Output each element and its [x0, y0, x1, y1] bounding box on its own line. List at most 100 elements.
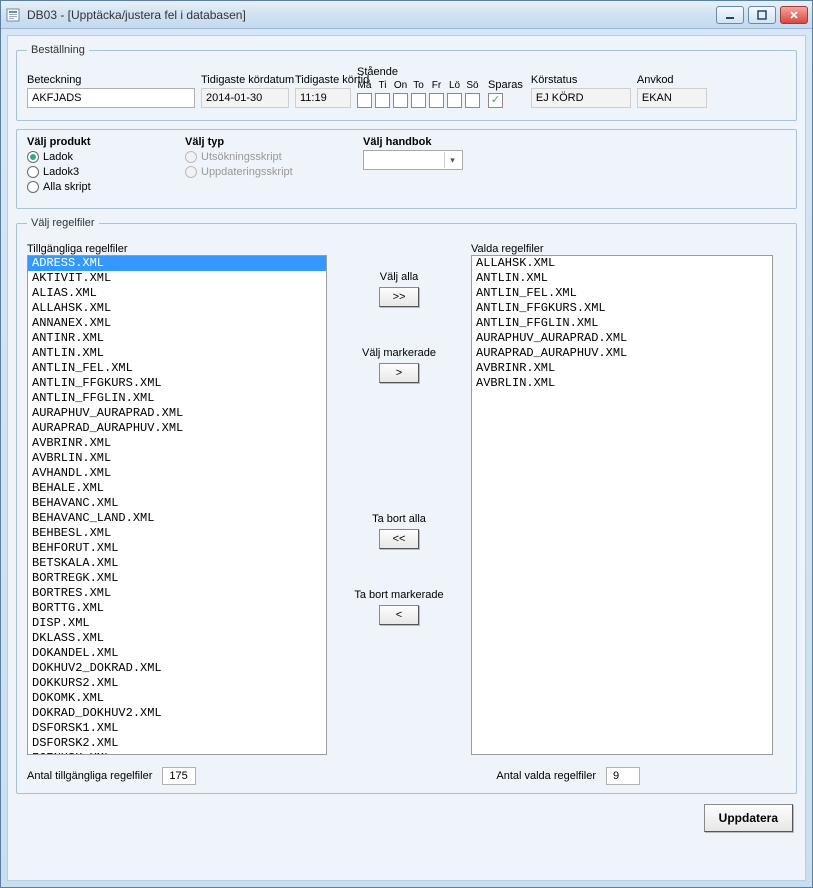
handbok-legend: Välj handbok [363, 136, 463, 148]
produkt-radio-alla-skript[interactable]: Alla skript [27, 181, 157, 193]
staende-label: Stående [357, 66, 480, 78]
list-item[interactable]: DISP.XML [28, 616, 326, 631]
list-item[interactable]: AURAPRAD_AURAPHUV.XML [28, 421, 326, 436]
list-item[interactable]: ALIAS.XML [28, 286, 326, 301]
day-checkbox-sö[interactable] [465, 93, 480, 108]
produkt-radio-ladok[interactable]: Ladok [27, 151, 157, 163]
count-available-label: Antal tillgängliga regelfiler [27, 770, 152, 782]
list-item[interactable]: DKLASS.XML [28, 631, 326, 646]
day-label: Sö [466, 80, 478, 91]
korstatus-label: Körstatus [531, 74, 631, 86]
list-item[interactable]: BETSKALA.XML [28, 556, 326, 571]
list-item[interactable]: ANTLIN.XML [28, 346, 326, 361]
list-item[interactable]: ANTLIN.XML [472, 271, 772, 286]
selected-listbox[interactable]: ALLAHSK.XMLANTLIN.XMLANTLIN_FEL.XMLANTLI… [471, 255, 773, 755]
radio-label: Ladok3 [43, 166, 79, 178]
list-item[interactable]: BEHALE.XML [28, 481, 326, 496]
window-title: DB03 - [Upptäcka/justera fel i databasen… [27, 8, 716, 22]
select-marked-button[interactable]: > [379, 363, 419, 383]
list-item[interactable]: ANTLIN_FEL.XML [28, 361, 326, 376]
radio-label: Utsökningsskript [201, 151, 282, 163]
day-checkbox-ti[interactable] [375, 93, 390, 108]
produkt-radio-ladok3[interactable]: Ladok3 [27, 166, 157, 178]
list-item[interactable]: ANTLIN_FFGKURS.XML [28, 376, 326, 391]
list-item[interactable]: AVBRINR.XML [28, 436, 326, 451]
list-item[interactable]: BORTRES.XML [28, 586, 326, 601]
titlebar: DB03 - [Upptäcka/justera fel i databasen… [1, 1, 812, 29]
remove-all-button[interactable]: << [379, 529, 419, 549]
filter-group: Välj produkt LadokLadok3Alla skript Välj… [16, 129, 797, 209]
beteckning-label: Beteckning [27, 74, 195, 86]
list-item[interactable]: BEHBESL.XML [28, 526, 326, 541]
list-item[interactable]: BEHFORUT.XML [28, 541, 326, 556]
kordatum-label: Tidigaste kördatum [201, 74, 289, 86]
beteckning-input[interactable] [27, 88, 195, 108]
radio-label: Uppdateringsskript [201, 166, 293, 178]
list-item[interactable]: BORTTG.XML [28, 601, 326, 616]
list-item[interactable]: DOKRAD_DOKHUV2.XML [28, 706, 326, 721]
select-marked-label: Välj markerade [362, 347, 436, 359]
list-item[interactable]: ANTLIN_FFGKURS.XML [472, 301, 772, 316]
update-button[interactable]: Uppdatera [704, 804, 793, 832]
day-col-sö: Sö [465, 80, 480, 108]
list-item[interactable]: ANTINR.XML [28, 331, 326, 346]
available-listbox[interactable]: ADRESS.XMLAKTIVIT.XMLALIAS.XMLALLAHSK.XM… [27, 255, 327, 755]
day-checkbox-to[interactable] [411, 93, 426, 108]
list-item[interactable]: AKTIVIT.XML [28, 271, 326, 286]
count-selected-value: 9 [606, 767, 640, 785]
list-item[interactable]: DOKKURS2.XML [28, 676, 326, 691]
list-item[interactable]: EGENHSK.XML [28, 751, 326, 755]
kordatum-value: 2014-01-30 [201, 88, 289, 108]
remove-all-label: Ta bort alla [372, 513, 426, 525]
remove-marked-button[interactable]: < [379, 605, 419, 625]
remove-marked-label: Ta bort markerade [354, 589, 443, 601]
day-checkbox-on[interactable] [393, 93, 408, 108]
list-item[interactable]: ALLAHSK.XML [28, 301, 326, 316]
day-col-fr: Fr [429, 80, 444, 108]
app-icon [5, 7, 21, 23]
list-item[interactable]: AVBRLIN.XML [472, 376, 772, 391]
radio-label: Alla skript [43, 181, 91, 193]
list-item[interactable]: BEHAVANC.XML [28, 496, 326, 511]
list-item[interactable]: ALLAHSK.XML [472, 256, 772, 271]
count-available-value: 175 [162, 767, 196, 785]
list-item[interactable]: AVHANDL.XML [28, 466, 326, 481]
day-checkbox-må[interactable] [357, 93, 372, 108]
list-item[interactable]: AURAPHUV_AURAPRAD.XML [472, 331, 772, 346]
list-item[interactable]: ADRESS.XML [28, 256, 326, 271]
list-item[interactable]: DOKANDEL.XML [28, 646, 326, 661]
radio-icon [27, 181, 39, 193]
radio-icon [185, 166, 197, 178]
list-item[interactable]: DSFORSK2.XML [28, 736, 326, 751]
list-item[interactable]: ANNANEX.XML [28, 316, 326, 331]
select-all-button[interactable]: >> [379, 287, 419, 307]
list-item[interactable]: AURAPRAD_AURAPHUV.XML [472, 346, 772, 361]
day-col-to: To [411, 80, 426, 108]
minimize-button[interactable] [716, 6, 744, 24]
day-checkbox-fr[interactable] [429, 93, 444, 108]
list-item[interactable]: DSFORSK1.XML [28, 721, 326, 736]
sparas-checkbox[interactable] [488, 93, 503, 108]
list-item[interactable]: ANTLIN_FEL.XML [472, 286, 772, 301]
day-label: To [413, 80, 424, 91]
transfer-buttons: Välj alla >> Välj markerade > Ta bort al… [339, 243, 459, 755]
list-item[interactable]: AURAPHUV_AURAPRAD.XML [28, 406, 326, 421]
day-checkbox-lö[interactable] [447, 93, 462, 108]
close-button[interactable] [780, 6, 808, 24]
list-item[interactable]: BORTREGK.XML [28, 571, 326, 586]
app-window: DB03 - [Upptäcka/justera fel i databasen… [0, 0, 813, 888]
typ-radio-uppdateringsskript: Uppdateringsskript [185, 166, 335, 178]
list-item[interactable]: DOKHUV2_DOKRAD.XML [28, 661, 326, 676]
list-item[interactable]: DOKOMK.XML [28, 691, 326, 706]
list-item[interactable]: ANTLIN_FFGLIN.XML [28, 391, 326, 406]
typ-legend: Välj typ [185, 136, 335, 148]
list-item[interactable]: AVBRINR.XML [472, 361, 772, 376]
list-item[interactable]: BEHAVANC_LAND.XML [28, 511, 326, 526]
handbok-combo[interactable]: ▾ [363, 150, 463, 170]
maximize-button[interactable] [748, 6, 776, 24]
list-item[interactable]: AVBRLIN.XML [28, 451, 326, 466]
typ-radio-utsökningsskript: Utsökningsskript [185, 151, 335, 163]
available-label: Tillgängliga regelfiler [27, 243, 327, 255]
anvkod-label: Anvkod [637, 74, 707, 86]
list-item[interactable]: ANTLIN_FFGLIN.XML [472, 316, 772, 331]
